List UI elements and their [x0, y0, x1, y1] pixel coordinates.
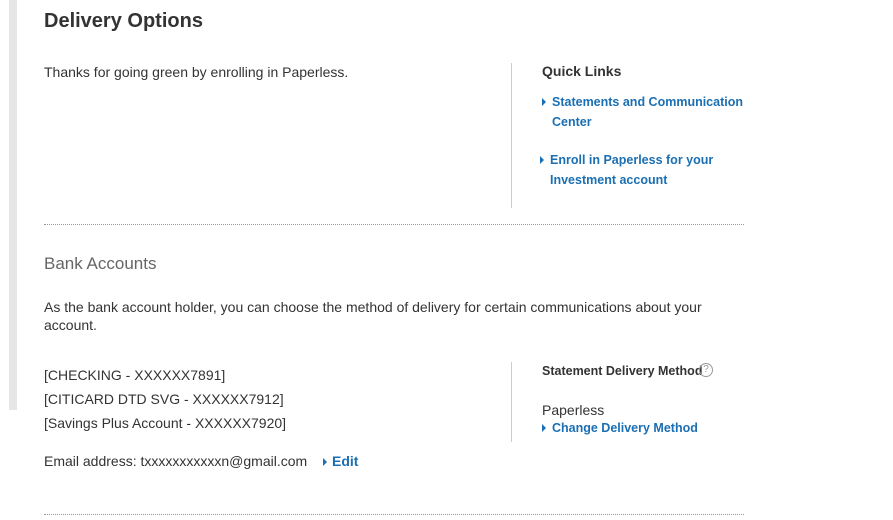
statement-delivery-panel: Statement Delivery Method ? Paperless Ch…: [511, 362, 752, 442]
enroll-investment-link[interactable]: Enroll in Paperless for your Investment …: [540, 150, 750, 190]
bank-accounts-title: Bank Accounts: [44, 254, 157, 273]
quick-links-panel: Quick Links Statements and Communication…: [511, 63, 752, 208]
question-circle-icon[interactable]: ?: [699, 363, 713, 377]
left-rail: [9, 0, 17, 410]
section-divider: [44, 224, 744, 225]
account-item: [Savings Plus Account - XXXXXX7920]: [44, 415, 287, 431]
statement-delivery-heading: Statement Delivery Method: [542, 364, 703, 378]
change-delivery-method-link[interactable]: Change Delivery Method: [542, 421, 698, 435]
account-list: [CHECKING - XXXXXX7891] [CITICARD DTD SV…: [44, 363, 286, 435]
arrow-right-icon: [542, 98, 546, 106]
quick-links-heading: Quick Links: [542, 63, 622, 79]
email-value: txxxxxxxxxxxn@gmail.com: [140, 453, 308, 469]
delivery-method-value: Paperless: [542, 402, 605, 418]
arrow-right-icon: [542, 424, 546, 432]
email-label: Email address:: [44, 453, 137, 469]
link-label-line1: Statements and Communication: [552, 95, 743, 109]
account-item: [CHECKING - XXXXXX7891]: [44, 367, 226, 383]
arrow-right-icon: [323, 458, 327, 466]
bank-accounts-description: As the bank account holder, you can choo…: [44, 299, 702, 333]
arrow-right-icon: [540, 156, 544, 164]
link-label-line2: Center: [552, 115, 592, 129]
email-row: Email address: txxxxxxxxxxxn@gmail.com: [44, 453, 307, 469]
change-delivery-label: Change Delivery Method: [552, 421, 698, 435]
edit-label: Edit: [332, 453, 359, 469]
page-title: Delivery Options: [44, 10, 203, 32]
edit-email-link[interactable]: Edit: [323, 453, 359, 469]
link-label-line2: Investment account: [550, 173, 668, 187]
section-divider: [44, 514, 744, 515]
statements-center-link[interactable]: Statements and Communication Center: [542, 92, 752, 132]
intro-text: Thanks for going green by enrolling in P…: [44, 64, 349, 80]
link-label-line1: Enroll in Paperless for your: [550, 153, 714, 167]
account-item: [CITICARD DTD SVG - XXXXXX7912]: [44, 391, 284, 407]
